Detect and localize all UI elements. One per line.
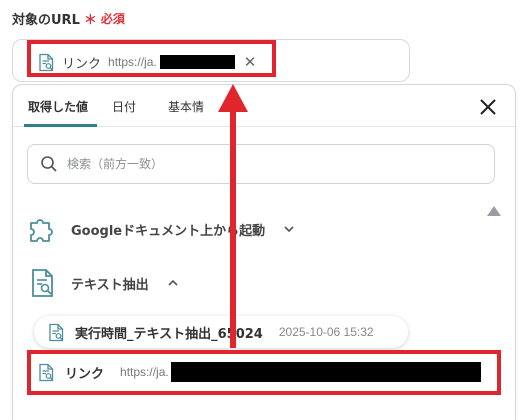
field-label: 対象のURL ＊ 必須	[12, 9, 125, 28]
scroll-up-arrow[interactable]	[487, 206, 501, 216]
required-text: 必須	[100, 12, 125, 26]
search-box	[27, 144, 495, 184]
step-output-date: 2025-10-06 15:32	[278, 325, 374, 339]
value-row-highlight-box	[27, 350, 501, 395]
document-search-icon	[49, 323, 64, 341]
puzzle-icon	[30, 219, 53, 242]
group-google-docs-trigger[interactable]: Googleドキュメント上から起動	[27, 213, 295, 245]
tab-basic-info[interactable]: 基本情	[156, 84, 216, 130]
group-label: テキスト抽出	[71, 277, 149, 293]
field-label-text: 対象のURL	[12, 13, 80, 28]
document-search-icon	[32, 269, 53, 297]
step-output-pill[interactable]: 実行時間_テキスト抽出_65024 2025-10-06 15:32	[34, 316, 408, 348]
search-input[interactable]	[67, 157, 467, 171]
group-label: Googleドキュメント上から起動	[71, 223, 266, 239]
close-icon[interactable]	[476, 95, 500, 119]
chevron-up-icon	[168, 279, 178, 286]
step-output-name: 実行時間_テキスト抽出_65024	[75, 326, 263, 342]
url-field-panel: 対象のURL ＊ 必須 リンク https://ja. ✕ 取得した値 日付 基…	[0, 0, 525, 420]
group-text-extraction[interactable]: テキスト抽出	[27, 267, 179, 299]
token-highlight-box	[27, 40, 276, 77]
search-icon	[41, 156, 57, 172]
chevron-down-icon	[284, 226, 294, 233]
tab-date[interactable]: 日付	[100, 84, 156, 130]
active-tab-indicator	[24, 124, 97, 127]
required-asterisk: ＊	[83, 13, 97, 28]
